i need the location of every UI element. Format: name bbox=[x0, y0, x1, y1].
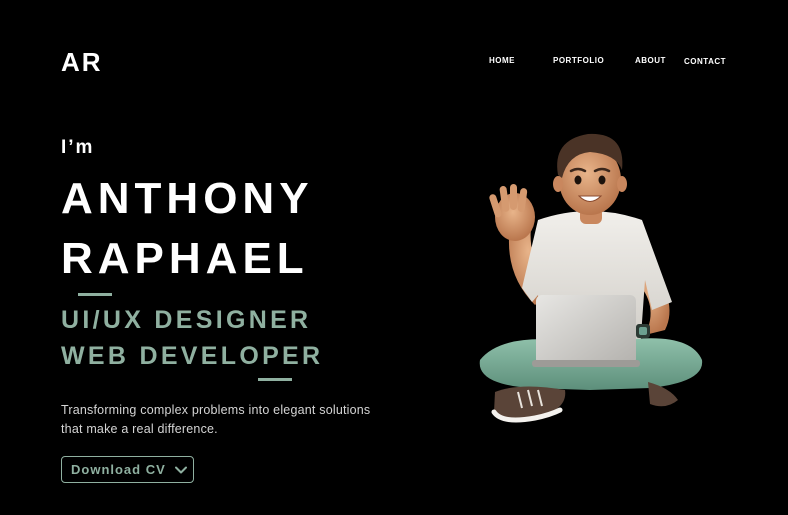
tagline: Transforming complex problems into elega… bbox=[61, 401, 401, 439]
name-first: ANTHONY bbox=[61, 174, 314, 223]
chevron-down-icon bbox=[174, 466, 187, 473]
avatar-illustration bbox=[479, 133, 703, 423]
download-cv-label: Download CV bbox=[71, 462, 166, 477]
accent-divider-top bbox=[78, 293, 112, 296]
nav-contact[interactable]: CONTACT bbox=[684, 57, 726, 66]
nav-about[interactable]: ABOUT bbox=[635, 56, 666, 65]
tagline-line-1: Transforming complex problems into elega… bbox=[61, 403, 371, 417]
name-last: RAPHAEL bbox=[61, 234, 309, 283]
tagline-line-2: that make a real difference. bbox=[61, 422, 218, 436]
accent-divider-bottom bbox=[258, 378, 292, 381]
nav-home[interactable]: HOME bbox=[489, 56, 515, 65]
main-nav: HOME PORTFOLIO ABOUT CONTACT bbox=[0, 56, 788, 68]
nav-portfolio[interactable]: PORTFOLIO bbox=[553, 56, 604, 65]
role-developer: WEB DEVELOPER bbox=[61, 342, 324, 370]
greeting: I’m bbox=[61, 137, 95, 158]
download-cv-button[interactable]: Download CV bbox=[61, 456, 194, 483]
role-designer: UI/UX DESIGNER bbox=[61, 306, 312, 334]
